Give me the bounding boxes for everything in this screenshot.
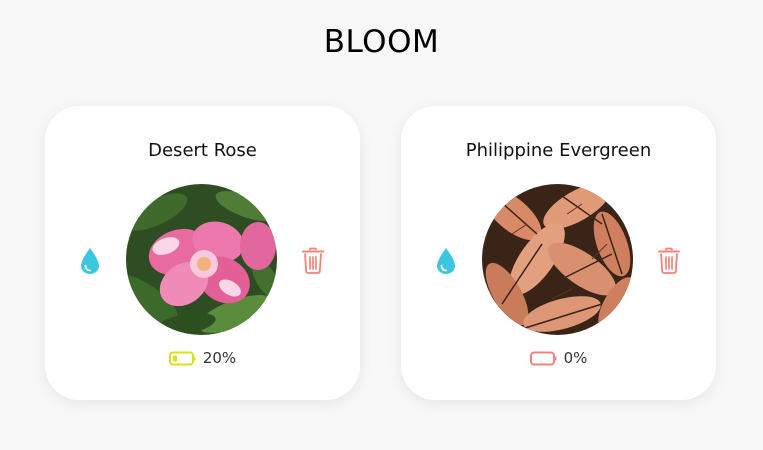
battery-status: 0% [401, 349, 716, 367]
trash-icon [302, 247, 324, 274]
plant-photo [482, 184, 633, 335]
plant-photo [126, 184, 277, 335]
battery-status: 20% [45, 349, 360, 367]
battery-low-icon [168, 351, 196, 365]
pink-flower-photo [126, 184, 277, 335]
battery-percentage: 20% [202, 349, 237, 367]
water-drop-icon [437, 248, 455, 274]
plant-name: Desert Rose [148, 140, 257, 161]
plant-card-philippine-evergreen: Philippine Evergreen 0% [401, 106, 716, 400]
delete-button[interactable] [301, 247, 325, 274]
trash-icon [658, 247, 680, 274]
delete-button[interactable] [657, 247, 681, 274]
app-title: BLOOM [323, 24, 440, 60]
water-button[interactable] [79, 247, 101, 275]
plant-card-desert-rose: Desert Rose 20% [45, 106, 360, 400]
orange-leaves-photo [482, 184, 633, 335]
water-drop-icon [81, 248, 99, 274]
battery-percentage: 0% [563, 349, 588, 367]
plant-name: Philippine Evergreen [465, 140, 652, 161]
water-button[interactable] [435, 247, 457, 275]
battery-empty-icon [529, 351, 557, 365]
